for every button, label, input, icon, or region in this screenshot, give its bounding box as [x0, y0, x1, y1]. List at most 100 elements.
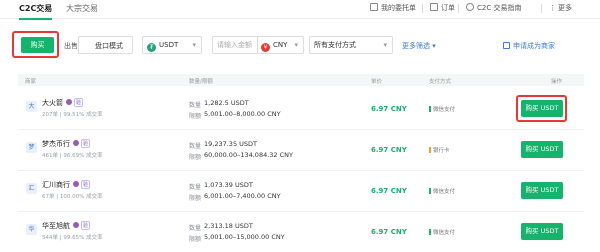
chevron-down-icon: ▾ [192, 41, 196, 49]
buy-usdt-button[interactable]: 购买 USDT [521, 100, 563, 117]
merchant-name-link[interactable]: 汇川商行 验 [42, 180, 91, 190]
table-header: 商家 数量/限额 单价 支付方式 操作 [18, 74, 584, 86]
my-ads-link[interactable]: 我的委托单 [370, 3, 416, 13]
header-merchant: 商家 [25, 79, 37, 85]
guide-label: C2C 交易指南 [477, 4, 522, 12]
mode-box[interactable]: 盘口模式 [78, 36, 133, 54]
chevron-down-icon: ▾ [432, 42, 436, 50]
merchant-name: 汇川商行 [42, 181, 70, 189]
payment-method: 微信支付 [429, 228, 455, 236]
tab-c2c[interactable]: C2C交易 [19, 3, 53, 20]
limit-label: 限额 [189, 154, 202, 161]
become-merchant-label: 申请成为商家 [513, 42, 555, 50]
orders-link[interactable]: 订单 [430, 3, 455, 13]
limit-value: 60,000.00–134,084.32 CNY [204, 151, 293, 159]
qty-label: 数量 [189, 102, 202, 109]
payment-method: 微信支付 [429, 105, 455, 113]
merchant-name-link[interactable]: 华至旭航 验 [42, 221, 91, 231]
price: 6.97 CNY [371, 187, 407, 195]
divider [257, 37, 258, 53]
buy-usdt-button[interactable]: 购买 USDT [521, 223, 563, 240]
cert-badge: 验 [81, 221, 91, 230]
qty-label: 数量 [189, 184, 202, 191]
divider [422, 4, 423, 13]
buy-usdt-button[interactable]: 购买 USDT [521, 182, 563, 199]
limit-label: 限额 [189, 236, 202, 243]
fiat-value: CNY [273, 41, 288, 49]
amount-input[interactable]: 请输入金额 ¥ CNY ▾ [212, 36, 304, 54]
table-row: 大 大火箭 验 207单 | 99.51% 成交率 数量 1,282.5 USDT… [18, 89, 584, 130]
chevron-down-icon: ▾ [294, 41, 298, 49]
merchant-name: 梦杰币行 [42, 140, 70, 148]
table-row: 汇 汇川商行 验 67单 | 100.00% 成交率 数量 1,073.39 US… [18, 171, 584, 212]
merchant-stats: 67单 | 100.00% 成交率 [42, 194, 103, 200]
more-label: 更多 [558, 4, 572, 12]
payment-method: 银行卡 [429, 146, 450, 154]
order-icon [430, 3, 438, 11]
qty-value: 19,237.35 USDT [204, 140, 258, 148]
avatar: 汇 [26, 183, 37, 194]
fiat-select[interactable]: ¥ CNY [261, 37, 287, 53]
verified-badge-icon [73, 222, 79, 228]
more-icon: ⋮ [549, 4, 556, 12]
limit-value: 5,001.00–8,000.00 CNY [204, 110, 281, 118]
more-menu[interactable]: ⋮ 更多 [549, 3, 572, 13]
more-filters-link[interactable]: 更多筛选 ▾ [402, 41, 436, 51]
guide-link[interactable]: C2C 交易指南 [466, 3, 521, 13]
qty-label: 数量 [189, 225, 202, 232]
my-ads-label: 我的委托单 [381, 4, 416, 12]
qty-value: 1,073.39 USDT [204, 181, 253, 189]
merchant-icon [503, 42, 510, 49]
divider [541, 4, 542, 13]
avatar: 梦 [26, 142, 37, 153]
verified-badge-icon [73, 181, 79, 187]
divider [458, 4, 459, 13]
top-nav: C2C交易 大宗交易 我的委托单 订单 C2C 交易指南 ⋮ 更多 [0, 0, 600, 20]
avatar: 大 [26, 101, 37, 112]
header-amount: 数量/限额 [189, 79, 213, 85]
table-row: 华 华至旭航 验 544单 | 99.65% 成交率 数量 2,313.18 US… [18, 212, 584, 252]
tab-block-trade[interactable]: 大宗交易 [66, 3, 98, 14]
limit-value: 6,001.00–7,400.00 CNY [204, 192, 281, 200]
limit-label: 限额 [189, 113, 202, 120]
table-row: 梦 梦杰币行 验 461单 | 96.69% 成交率 数量 19,237.35 U… [18, 130, 584, 171]
avatar: 华 [26, 224, 37, 235]
header-payment: 支付方式 [429, 79, 452, 85]
document-icon [370, 3, 378, 11]
usdt-coin-icon: ₮ [147, 43, 156, 52]
payment-value: 所有支付方式 [314, 41, 356, 49]
buy-usdt-button[interactable]: 购买 USDT [521, 141, 563, 158]
payment-method: 微信支付 [429, 187, 455, 195]
verified-badge-icon [66, 99, 72, 105]
sell-tab[interactable]: 出售 [64, 41, 78, 51]
limit-value: 5,001.00–15,000.00 CNY [204, 233, 285, 241]
become-merchant-link[interactable]: 申请成为商家 [503, 41, 555, 51]
price: 6.97 CNY [371, 105, 407, 113]
mode-label: 盘口模式 [95, 42, 123, 50]
qty-value: 1,282.5 USDT [204, 99, 249, 107]
cert-badge: 验 [81, 180, 91, 189]
verified-badge-icon [73, 140, 79, 146]
merchant-name-link[interactable]: 梦杰币行 验 [42, 139, 91, 149]
more-filters-label: 更多筛选 [402, 42, 430, 50]
buy-tab-button[interactable]: 购买 [21, 37, 54, 53]
merchant-stats: 207单 | 99.51% 成交率 [42, 112, 103, 118]
amount-placeholder: 请输入金额 [217, 41, 252, 49]
header-price: 单价 [371, 79, 383, 85]
merchant-stats: 461单 | 96.69% 成交率 [42, 153, 103, 159]
header-action: 操作 [551, 79, 563, 85]
payment-select[interactable]: 所有支付方式 ▾ [309, 36, 393, 54]
cny-currency-icon: ¥ [261, 43, 270, 52]
coin-select[interactable]: ₮ USDT ▾ [142, 36, 202, 54]
orders-label: 订单 [441, 4, 455, 12]
price: 6.97 CNY [371, 146, 407, 154]
qty-label: 数量 [189, 143, 202, 150]
qty-value: 2,313.18 USDT [204, 222, 253, 230]
merchant-name-link[interactable]: 大火箭 验 [42, 98, 84, 108]
coin-value: USDT [159, 41, 179, 49]
filter-bar: 购买 出售 盘口模式 ₮ USDT ▾ 请输入金额 ¥ CNY ▾ 所有支付方式 ▾… [0, 28, 600, 62]
price: 6.97 CNY [371, 228, 407, 236]
cert-badge: 验 [81, 139, 91, 148]
chevron-down-icon: ▾ [383, 41, 387, 49]
merchant-name: 大火箭 [42, 99, 63, 107]
